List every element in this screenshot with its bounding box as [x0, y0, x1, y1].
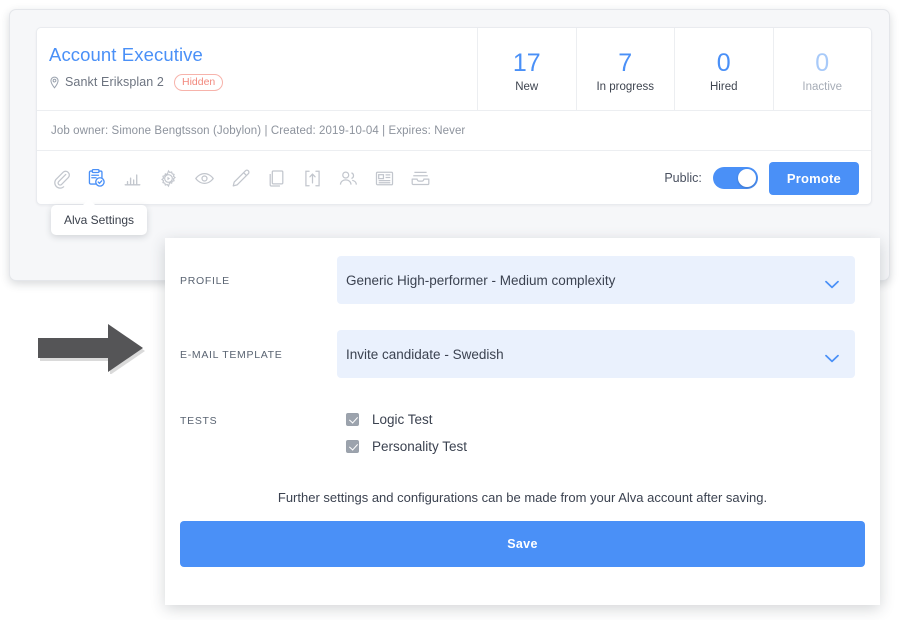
profile-field-row: PROFILE Generic High-performer - Medium …	[165, 256, 855, 304]
stat-label: In progress	[596, 81, 655, 93]
article-icon[interactable]	[373, 167, 395, 189]
job-title[interactable]: Account Executive	[49, 44, 477, 66]
stat-value: 17	[512, 49, 541, 77]
right-arrow-annotation	[37, 322, 155, 375]
job-toolbar: Public: Promote	[37, 151, 871, 204]
job-stats: 17 New 7 In progress 0 Hired 0 Inactive	[477, 28, 871, 110]
pencil-icon[interactable]	[229, 167, 251, 189]
tests-field-row: TESTS Logic Test Personality Test	[165, 412, 467, 454]
job-header-card: Account Executive Sankt Eriksplan 2 Hidd…	[36, 27, 872, 205]
job-identity: Account Executive Sankt Eriksplan 2 Hidd…	[37, 28, 477, 110]
job-meta-bar: Job owner: Simone Bengtsson (Jobylon) | …	[37, 111, 871, 151]
personality-test-checkbox[interactable]	[346, 440, 359, 453]
gear-play-icon[interactable]	[157, 167, 179, 189]
public-toggle[interactable]	[712, 167, 758, 189]
alva-settings-tooltip: Alva Settings	[51, 199, 148, 235]
public-toggle-label: Public:	[664, 171, 702, 185]
stat-hired[interactable]: 0 Hired	[674, 28, 773, 110]
email-template-field-row: E-MAIL TEMPLATE Invite candidate - Swedi…	[165, 330, 855, 378]
bar-chart-icon[interactable]	[121, 167, 143, 189]
test-item-logic[interactable]: Logic Test	[346, 412, 467, 427]
copy-icon[interactable]	[265, 167, 287, 189]
tests-checkbox-list: Logic Test Personality Test	[337, 412, 467, 454]
stat-inactive[interactable]: 0 Inactive	[772, 28, 872, 110]
personality-test-label: Personality Test	[372, 439, 468, 454]
profile-select[interactable]: Generic High-performer - Medium complexi…	[337, 256, 855, 304]
test-item-personality[interactable]: Personality Test	[346, 439, 467, 454]
job-location: Sankt Eriksplan 2	[65, 75, 164, 90]
tests-label: TESTS	[180, 415, 218, 427]
logic-test-label: Logic Test	[372, 412, 433, 427]
stat-new[interactable]: 17 New	[477, 28, 576, 110]
email-template-select-value: Invite candidate - Swedish	[346, 346, 504, 362]
chevron-down-icon	[825, 350, 839, 362]
archive-icon[interactable]	[409, 167, 431, 189]
save-button[interactable]: Save	[180, 521, 865, 567]
email-template-label: E-MAIL TEMPLATE	[180, 349, 283, 361]
modal-note: Further settings and configurations can …	[277, 490, 768, 505]
promote-button[interactable]: Promote	[768, 161, 859, 195]
upload-box-icon[interactable]	[301, 167, 323, 189]
stat-value: 0	[716, 49, 731, 77]
profile-label: PROFILE	[180, 275, 230, 287]
clipboard-check-icon[interactable]	[85, 167, 107, 189]
job-subtitle: Sankt Eriksplan 2 Hidden	[49, 74, 477, 91]
stat-label: Hired	[710, 81, 738, 93]
map-pin-icon	[49, 76, 60, 89]
chevron-down-icon	[825, 276, 839, 288]
stat-value: 7	[618, 49, 633, 77]
paperclip-icon[interactable]	[49, 167, 71, 189]
stat-value: 0	[815, 49, 830, 77]
toolbar-icon-row	[49, 167, 431, 189]
email-template-select[interactable]: Invite candidate - Swedish	[337, 330, 855, 378]
profile-select-value: Generic High-performer - Medium complexi…	[346, 272, 616, 288]
screenshot-root: Account Executive Sankt Eriksplan 2 Hidd…	[0, 0, 900, 620]
toolbar-right-controls: Public: Promote	[664, 161, 859, 195]
people-icon[interactable]	[337, 167, 359, 189]
toggle-knob	[737, 169, 756, 187]
stat-label: New	[515, 81, 539, 93]
stat-label: Inactive	[802, 81, 843, 93]
job-summary-row: Account Executive Sankt Eriksplan 2 Hidd…	[37, 28, 871, 111]
eye-icon[interactable]	[193, 167, 215, 189]
alva-settings-modal: PROFILE Generic High-performer - Medium …	[165, 238, 880, 605]
stat-in-progress[interactable]: 7 In progress	[575, 28, 675, 110]
logic-test-checkbox[interactable]	[346, 413, 359, 426]
status-badge: Hidden	[173, 74, 224, 91]
